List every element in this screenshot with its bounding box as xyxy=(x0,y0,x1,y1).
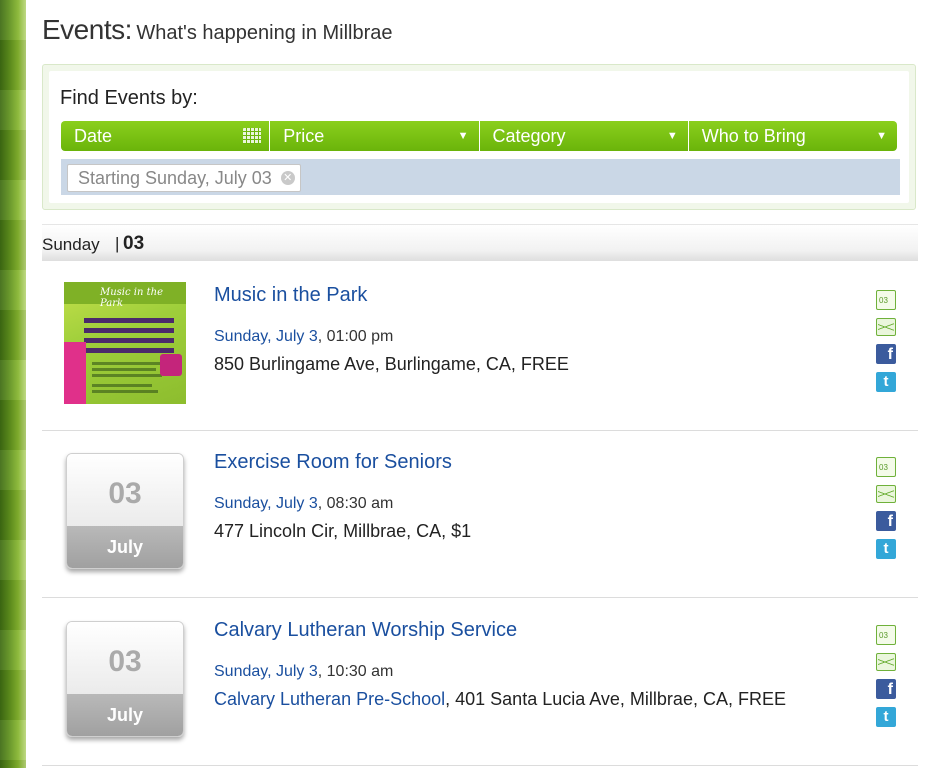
page-subtitle: What's happening in Millbrae xyxy=(136,22,393,44)
event-date-link[interactable]: Sunday, July 3 xyxy=(214,495,318,512)
filter-tab-category[interactable]: Category ▼ xyxy=(480,121,689,151)
day-number: 03 xyxy=(123,233,145,254)
filter-tab-date-label: Date xyxy=(74,126,113,146)
calendar-icon-text: 03 xyxy=(879,631,888,640)
filter-tab-price[interactable]: Price ▼ xyxy=(270,121,480,151)
badge-day: 03 xyxy=(67,622,183,694)
twitter-icon[interactable]: t xyxy=(876,707,896,727)
calendar-icon xyxy=(243,128,262,144)
thumbnail-text-line xyxy=(92,362,162,365)
event-location-text: 477 Lincoln Cir, Millbrae, CA, $1 xyxy=(214,521,472,541)
remove-filter-icon[interactable]: ✕ xyxy=(280,171,295,185)
page-title: Events: What's happening in Millbrae xyxy=(42,14,393,46)
event-venue-link[interactable]: Calvary Lutheran Pre-School xyxy=(214,689,445,709)
caret-down-icon: ▼ xyxy=(876,130,887,142)
thumbnail-graphic xyxy=(160,354,182,376)
email-icon[interactable] xyxy=(876,318,896,336)
event-date: Sunday, July 3, 01:00 pm xyxy=(214,328,393,346)
event-title-link[interactable]: Music in the Park xyxy=(214,284,367,307)
thumbnail-row xyxy=(84,338,174,343)
filter-tab-who-to-bring[interactable]: Who to Bring ▼ xyxy=(689,121,897,151)
badge-day: 03 xyxy=(67,454,183,526)
add-to-calendar-icon[interactable]: 03 xyxy=(876,457,896,477)
active-filter-chip: Starting Sunday, July 03 ✕ xyxy=(67,164,301,192)
event-item: 03 July Calvary Lutheran Worship Service… xyxy=(42,597,918,766)
calendar-icon-text: 03 xyxy=(879,296,888,305)
thumbnail-row xyxy=(84,318,174,323)
event-date-link[interactable]: Sunday, July 3 xyxy=(214,328,318,345)
left-decorative-border xyxy=(0,0,26,768)
event-item: 03 July Exercise Room for Seniors Sunday… xyxy=(42,429,918,598)
day-name: Sunday xyxy=(42,235,100,254)
thumbnail-title: Music in the Park xyxy=(100,287,163,309)
event-title-link[interactable]: Exercise Room for Seniors xyxy=(214,451,452,474)
caret-down-icon: ▼ xyxy=(666,130,678,142)
thumbnail-graphic xyxy=(64,342,86,404)
twitter-icon[interactable]: t xyxy=(876,539,896,559)
event-date: Sunday, July 3, 08:30 am xyxy=(214,495,393,513)
event-location-text: 850 Burlingame Ave, Burlingame, CA, FREE xyxy=(214,354,569,374)
facebook-icon[interactable]: f xyxy=(876,679,896,699)
event-location: 850 Burlingame Ave, Burlingame, CA, FREE xyxy=(214,354,569,375)
event-date-badge[interactable]: 03 July xyxy=(66,453,184,569)
event-title-link[interactable]: Calvary Lutheran Worship Service xyxy=(214,619,517,642)
share-icons: 03 f t xyxy=(876,290,896,400)
filter-tab-date[interactable]: Date xyxy=(61,121,271,151)
event-location: 477 Lincoln Cir, Millbrae, CA, $1 xyxy=(214,521,471,542)
caret-down-icon: ▼ xyxy=(457,130,469,142)
filter-bar: Date Price ▼ Category ▼ Who to Bring ▼ xyxy=(61,121,897,151)
event-time: , 01:00 pm xyxy=(317,328,394,345)
filter-panel: Find Events by: Date Price ▼ Category ▼ … xyxy=(42,64,916,210)
event-item: Music in the Park Music in the Park Sund… xyxy=(42,262,918,431)
filter-tab-price-label: Price xyxy=(283,126,325,146)
event-date-link[interactable]: Sunday, July 3 xyxy=(214,663,318,680)
thumbnail-text-line xyxy=(92,368,156,371)
share-icons: 03 f t xyxy=(876,457,896,567)
share-icons: 03 f t xyxy=(876,625,896,735)
thumbnail-text-line xyxy=(92,384,152,387)
day-separator: | xyxy=(115,234,120,253)
page-title-main: Events: xyxy=(42,14,132,45)
event-location: Calvary Lutheran Pre-School, 401 Santa L… xyxy=(214,689,786,710)
thumbnail-text-line xyxy=(92,374,162,377)
add-to-calendar-icon[interactable]: 03 xyxy=(876,290,896,310)
filter-panel-inner: Find Events by: Date Price ▼ Category ▼ … xyxy=(49,71,909,203)
thumbnail-row xyxy=(84,348,174,353)
badge-month: July xyxy=(67,526,183,568)
filter-tab-category-label: Category xyxy=(492,126,566,146)
calendar-icon-text: 03 xyxy=(879,463,888,472)
event-date-badge[interactable]: 03 July xyxy=(66,621,184,737)
active-filters-bar: Starting Sunday, July 03 ✕ xyxy=(61,159,900,195)
event-time: , 10:30 am xyxy=(317,663,394,680)
event-thumbnail[interactable]: Music in the Park xyxy=(64,282,186,404)
facebook-icon[interactable]: f xyxy=(876,511,896,531)
day-header: Sunday | 03 xyxy=(42,224,918,261)
thumbnail-text-line xyxy=(92,390,158,393)
twitter-icon[interactable]: t xyxy=(876,372,896,392)
add-to-calendar-icon[interactable]: 03 xyxy=(876,625,896,645)
email-icon[interactable] xyxy=(876,653,896,671)
event-date: Sunday, July 3, 10:30 am xyxy=(214,663,393,681)
filter-tab-who-label: Who to Bring xyxy=(701,126,806,146)
find-events-label: Find Events by: xyxy=(60,87,198,109)
thumbnail-row xyxy=(84,328,174,333)
email-icon[interactable] xyxy=(876,485,896,503)
event-time: , 08:30 am xyxy=(317,495,394,512)
badge-month: July xyxy=(67,694,183,736)
event-location-text: , 401 Santa Lucia Ave, Millbrae, CA, FRE… xyxy=(445,689,786,709)
facebook-icon[interactable]: f xyxy=(876,344,896,364)
active-filter-chip-label: Starting Sunday, July 03 xyxy=(78,168,272,188)
